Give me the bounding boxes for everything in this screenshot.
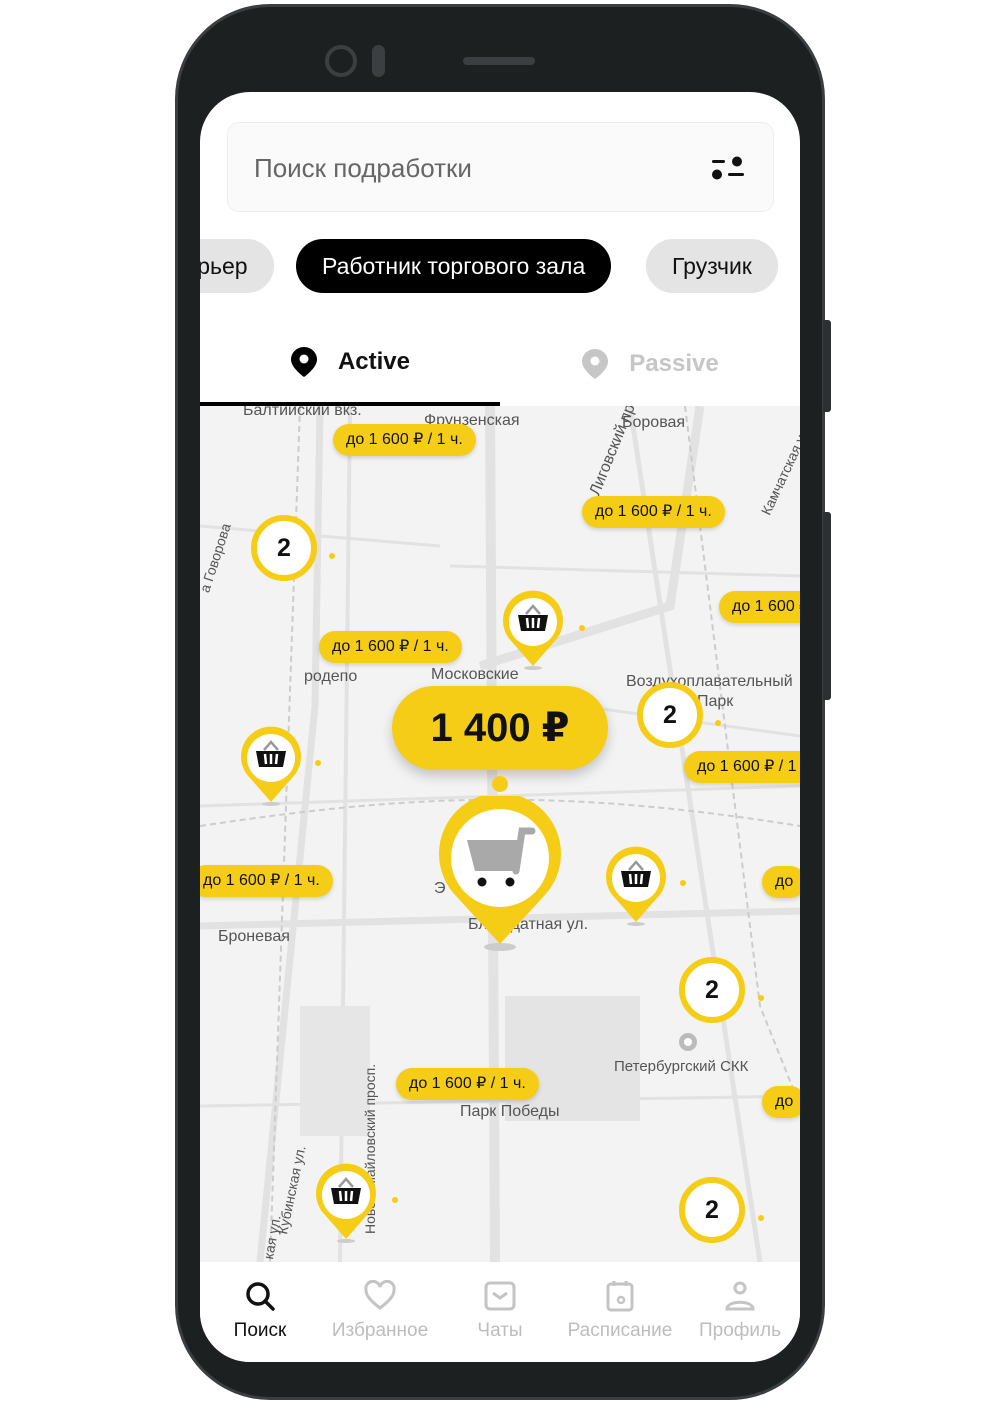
map-label: родепо xyxy=(304,668,358,685)
search-icon xyxy=(246,1282,275,1311)
filter-sliders-icon[interactable] xyxy=(711,153,745,183)
sensor xyxy=(372,45,385,77)
map-label: Парк Победы xyxy=(460,1103,560,1120)
cluster-marker[interactable]: 2 xyxy=(679,1177,745,1243)
tag-dot xyxy=(315,760,321,766)
nav-label: Профиль xyxy=(698,1320,782,1341)
tag-dot xyxy=(680,880,686,886)
search-input[interactable]: Поиск подработки xyxy=(227,122,774,212)
speaker xyxy=(463,57,535,65)
map-label: Балтийский вкз. xyxy=(243,406,362,419)
tab-label: Passive xyxy=(629,350,719,377)
cluster-marker[interactable]: 2 xyxy=(637,682,703,748)
cart-pin-icon[interactable] xyxy=(436,796,564,951)
price-tag[interactable]: до 1 600 ₽ / 1 ч. xyxy=(200,865,333,897)
nav-search[interactable]: Поиск xyxy=(200,1262,320,1362)
price-tag[interactable]: до xyxy=(762,1086,800,1118)
price-tag[interactable]: до 1 600 ₽ / 1 ч. xyxy=(319,631,462,663)
basket-pin-icon[interactable] xyxy=(603,842,669,926)
price-tag[interactable]: до xyxy=(762,866,800,898)
chip-courier[interactable]: урьер xyxy=(200,239,274,293)
tag-dot xyxy=(392,1197,398,1203)
nav-favorites[interactable]: Избранное xyxy=(320,1262,440,1362)
selected-price-bubble[interactable]: 1 400 ₽ xyxy=(392,686,608,770)
map[interactable]: Балтийский вкз. Фрунзенская Боровая Лиго… xyxy=(200,406,800,1262)
bottom-nav: Поиск Избранное Чаты Расписание Профиль xyxy=(200,1262,800,1362)
price-tag[interactable]: до 1 600 ₽ / 1 ч. xyxy=(333,424,476,456)
chip-sales-floor-worker[interactable]: Работник торгового зала xyxy=(296,239,612,293)
tag-dot xyxy=(715,720,721,726)
basket-pin-icon[interactable] xyxy=(313,1159,379,1243)
tag-dot xyxy=(329,553,335,559)
profile-icon xyxy=(725,1281,755,1311)
nav-chats[interactable]: Чаты xyxy=(440,1262,560,1362)
selected-dot xyxy=(492,776,508,792)
price-tag[interactable]: до 1 600 ₽ / 1 ч. xyxy=(719,591,800,623)
map-label: Петербургский СКК xyxy=(614,1058,749,1075)
nav-label: Поиск xyxy=(233,1320,287,1341)
nav-label: Избранное xyxy=(331,1320,429,1341)
nav-label: Расписание xyxy=(567,1320,673,1341)
cluster-marker[interactable]: 2 xyxy=(679,957,745,1023)
map-pin-icon xyxy=(290,347,317,377)
map-pin-icon xyxy=(582,349,609,379)
tabs: Active Passive xyxy=(200,322,800,406)
price-tag[interactable]: до 1 600 ₽ / 1 ч. xyxy=(684,751,800,783)
cluster-marker[interactable]: 2 xyxy=(251,515,317,581)
chip-loader[interactable]: Грузчик xyxy=(646,239,778,293)
nav-schedule[interactable]: Расписание xyxy=(560,1262,680,1362)
screen: Поиск подработки урьер Работник торговог… xyxy=(200,92,800,1362)
tag-dot xyxy=(758,1215,764,1221)
mail-icon xyxy=(484,1281,516,1311)
map-label: Броневая xyxy=(218,928,290,945)
tag-dot xyxy=(579,625,585,631)
power-button xyxy=(823,512,831,700)
search-placeholder: Поиск подработки xyxy=(254,153,472,183)
nav-label: Чаты xyxy=(477,1320,523,1341)
calendar-icon xyxy=(606,1281,634,1312)
basket-pin-icon[interactable] xyxy=(500,586,566,670)
basket-pin-icon[interactable] xyxy=(238,722,304,806)
price-tag[interactable]: до 1 600 ₽ / 1 ч. xyxy=(582,496,725,528)
price-tag[interactable]: до 1 600 ₽ / 1 ч. xyxy=(396,1068,539,1100)
nav-profile[interactable]: Профиль xyxy=(680,1262,800,1362)
camera xyxy=(325,45,357,77)
volume-button xyxy=(823,320,831,412)
tab-label: Active xyxy=(337,348,411,375)
tab-passive[interactable]: Passive xyxy=(500,322,800,406)
heart-icon xyxy=(364,1280,396,1310)
tab-active[interactable]: Active xyxy=(200,322,500,406)
tag-dot xyxy=(758,995,764,1001)
